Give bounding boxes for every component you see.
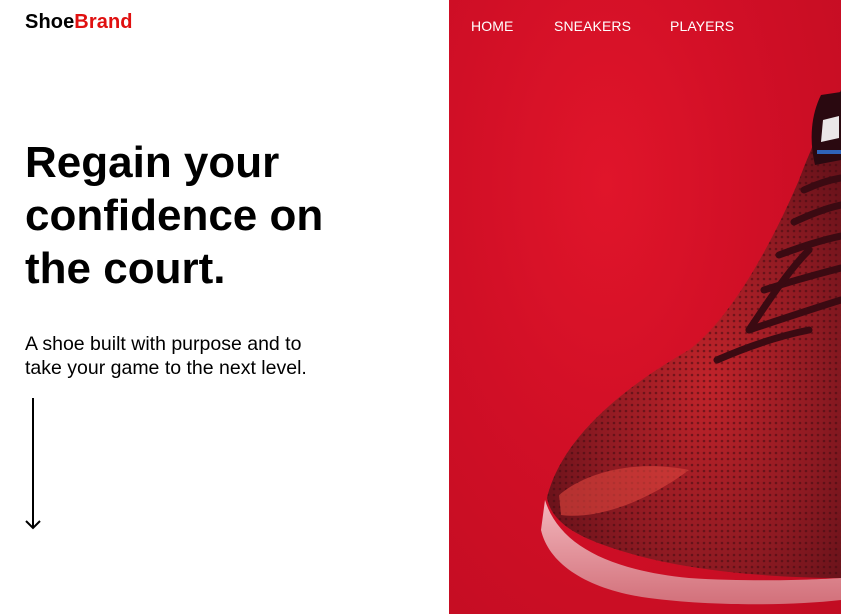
landing-page: ShoeBrand Regain your confidence on the … — [0, 0, 841, 614]
brand-logo-part-shoe: Shoe — [25, 11, 75, 33]
hero-title: Regain your confidence on the court. — [25, 136, 425, 295]
shoe-photo — [449, 0, 841, 614]
brand-logo-part-brand: Brand — [74, 11, 133, 33]
hero-title-line: the court. — [25, 244, 226, 293]
brand-logo[interactable]: ShoeBrand — [25, 11, 133, 34]
nav-home-link[interactable]: HOME — [471, 18, 554, 34]
shoe-image — [541, 90, 841, 605]
hero-title-line: Regain your — [25, 138, 280, 187]
nav-sneakers-link[interactable]: SNEAKERS — [554, 18, 670, 34]
hero-subtitle-line: take your game to the next level. — [25, 357, 307, 379]
hero-subtitle-line: A shoe built with purpose and to — [25, 333, 302, 355]
hero-title-line: confidence on — [25, 191, 324, 240]
arrow-down-icon[interactable] — [24, 397, 42, 533]
hero-subtitle: A shoe built with purpose and to take yo… — [25, 332, 355, 380]
nav-players-link[interactable]: PLAYERS — [670, 18, 734, 34]
main-nav: HOME SNEAKERS PLAYERS — [471, 18, 734, 34]
